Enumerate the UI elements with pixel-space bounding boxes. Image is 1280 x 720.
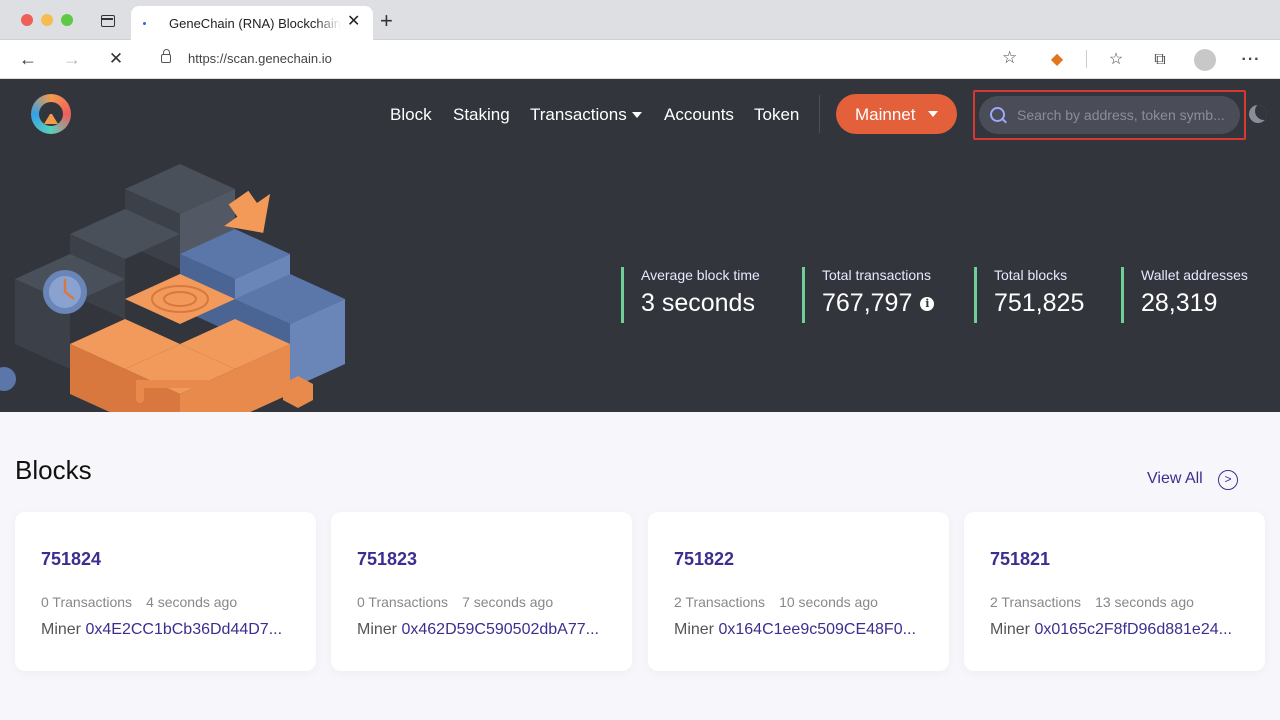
tab-actions-icon[interactable] xyxy=(101,15,115,27)
stat-value-text: 751,825 xyxy=(994,289,1085,317)
stat-wallet-addresses: Wallet addresses 28,319 xyxy=(1121,267,1248,323)
add-favorite-icon[interactable]: ☆ xyxy=(1002,48,1017,68)
miner-label: Miner xyxy=(41,621,82,638)
miner-row: Miner 0x164C1ee9c509CE48F0... xyxy=(674,621,926,639)
hero-header: Block Staking Transactions Accounts Toke… xyxy=(0,79,1280,444)
stat-label: Wallet addresses xyxy=(1141,267,1248,283)
search-icon xyxy=(990,107,1005,122)
block-number-link[interactable]: 751824 xyxy=(41,549,101,570)
stat-average-block-time: Average block time 3 seconds xyxy=(621,267,760,323)
stat-label: Average block time xyxy=(641,267,760,283)
stat-value-text: 3 seconds xyxy=(641,289,755,317)
url-text[interactable]: https://scan.genechain.io xyxy=(188,51,332,66)
network-label: Mainnet xyxy=(855,105,916,124)
nav-transactions[interactable]: Transactions xyxy=(530,105,627,125)
view-all-link[interactable]: View All xyxy=(1147,470,1203,488)
block-number-link[interactable]: 751823 xyxy=(357,549,417,570)
block-meta: 0 Transactions 7 seconds ago xyxy=(357,594,553,610)
stat-value: 767,797 i xyxy=(822,289,935,318)
window-maximize-button[interactable] xyxy=(61,14,73,26)
block-card[interactable]: 751821 2 Transactions 13 seconds ago Mine… xyxy=(964,512,1265,671)
nav-staking[interactable]: Staking xyxy=(453,105,510,125)
genechain-logo[interactable] xyxy=(31,94,71,134)
block-meta: 2 Transactions 10 seconds ago xyxy=(674,594,878,610)
tab-title: GeneChain (RNA) Blockchain E xyxy=(169,16,341,31)
stop-loading-icon[interactable]: ✕ xyxy=(105,48,127,70)
stat-value: 751,825 xyxy=(994,289,1084,318)
block-meta: 2 Transactions 13 seconds ago xyxy=(990,594,1194,610)
logo-mark-icon xyxy=(44,110,58,124)
favorites-icon[interactable]: ☆ xyxy=(1105,49,1127,71)
stat-value: 28,319 xyxy=(1141,289,1248,318)
lock-icon[interactable] xyxy=(161,49,171,63)
block-age: 13 seconds ago xyxy=(1095,594,1194,610)
browser-tab[interactable]: GeneChain (RNA) Blockchain E ✕ xyxy=(131,6,373,40)
nav-accounts[interactable]: Accounts xyxy=(664,105,734,125)
block-number-link[interactable]: 751821 xyxy=(990,549,1050,570)
nav-block[interactable]: Block xyxy=(390,105,432,125)
stat-total-transactions: Total transactions 767,797 i xyxy=(802,267,935,323)
network-chevron-down-icon xyxy=(928,111,938,117)
dark-mode-moon-icon[interactable] xyxy=(1249,105,1267,123)
stat-value: 3 seconds xyxy=(641,289,760,318)
block-card[interactable]: 751823 0 Transactions 7 seconds ago Miner… xyxy=(331,512,632,671)
window-close-button[interactable] xyxy=(21,14,33,26)
chevron-right-circle-icon[interactable]: > xyxy=(1218,470,1238,490)
tx-count: 0 Transactions xyxy=(357,594,449,610)
address-bar[interactable]: https://scan.genechain.io ☆ xyxy=(144,45,1032,74)
tx-count: 0 Transactions xyxy=(41,594,133,610)
stat-total-blocks: Total blocks 751,825 xyxy=(974,267,1084,323)
block-age: 7 seconds ago xyxy=(462,594,554,610)
section-title: Blocks xyxy=(15,455,92,485)
stat-label: Total transactions xyxy=(822,267,931,283)
miner-row: Miner 0x0165c2F8fD96d881e24... xyxy=(990,621,1242,639)
miner-label: Miner xyxy=(357,621,398,638)
block-meta: 0 Transactions 4 seconds ago xyxy=(41,594,237,610)
miner-address-link[interactable]: 0x164C1ee9c509CE48F0... xyxy=(718,621,915,638)
stat-label: Total blocks xyxy=(994,267,1068,283)
browser-toolbar: ← → ✕ https://scan.genechain.io ☆ ◆ ☆ ⧉ … xyxy=(0,40,1280,79)
collections-icon[interactable]: ⧉ xyxy=(1149,49,1171,71)
stat-value-text: 28,319 xyxy=(1141,289,1218,317)
tab-close-icon[interactable]: ✕ xyxy=(347,13,360,31)
search-highlight-box xyxy=(973,90,1246,140)
tab-favicon-icon xyxy=(143,22,146,25)
toolbar-divider xyxy=(1086,50,1087,68)
profile-avatar-icon[interactable] xyxy=(1194,49,1216,71)
tx-count: 2 Transactions xyxy=(990,594,1082,610)
miner-label: Miner xyxy=(674,621,715,638)
forward-arrow-icon[interactable]: → xyxy=(61,48,83,70)
blocks-section: Blocks View All > 751824 0 Transactions 4… xyxy=(0,412,1280,720)
info-icon[interactable]: i xyxy=(920,296,935,311)
page-content: Block Staking Transactions Accounts Toke… xyxy=(0,79,1280,720)
miner-address-link[interactable]: 0x462D59C590502dbA77... xyxy=(401,621,599,638)
network-select-button[interactable]: Mainnet xyxy=(836,94,957,134)
more-options-icon[interactable]: ··· xyxy=(1240,49,1262,71)
nav-token[interactable]: Token xyxy=(754,105,799,125)
miner-row: Miner 0x462D59C590502dbA77... xyxy=(357,621,609,639)
window-minimize-button[interactable] xyxy=(41,14,53,26)
tx-count: 2 Transactions xyxy=(674,594,766,610)
block-age: 4 seconds ago xyxy=(146,594,238,610)
metamask-extension-icon[interactable]: ◆ xyxy=(1046,49,1068,71)
miner-row: Miner 0x4E2CC1bCb36Dd44D7... xyxy=(41,621,293,639)
back-arrow-icon[interactable]: ← xyxy=(17,48,39,70)
blue-sphere-shape xyxy=(0,367,16,391)
search-input[interactable] xyxy=(979,96,1240,134)
block-number-link[interactable]: 751822 xyxy=(674,549,734,570)
block-age: 10 seconds ago xyxy=(779,594,878,610)
block-card[interactable]: 751824 0 Transactions 4 seconds ago Miner… xyxy=(15,512,316,671)
browser-tab-strip: GeneChain (RNA) Blockchain E ✕ + xyxy=(0,0,1280,40)
miner-address-link[interactable]: 0x0165c2F8fD96d881e24... xyxy=(1034,621,1231,638)
miner-address-link[interactable]: 0x4E2CC1bCb36Dd44D7... xyxy=(85,621,282,638)
new-tab-icon[interactable]: + xyxy=(380,10,393,32)
clock-icon xyxy=(43,270,87,314)
miner-label: Miner xyxy=(990,621,1031,638)
stat-value-text: 767,797 xyxy=(822,289,913,317)
transactions-chevron-down-icon[interactable] xyxy=(632,112,642,118)
block-card[interactable]: 751822 2 Transactions 10 seconds ago Mine… xyxy=(648,512,949,671)
nav-divider xyxy=(819,95,820,133)
